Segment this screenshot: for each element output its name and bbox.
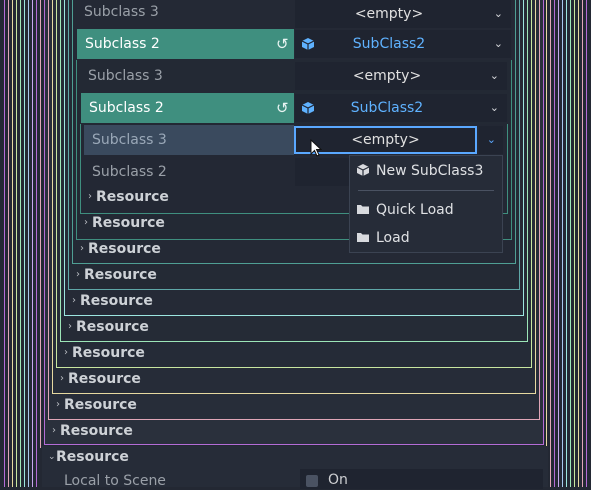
value-text: <empty>	[351, 132, 420, 148]
resource-section-header[interactable]: › Resource	[68, 315, 308, 339]
chevron-right-icon: ›	[68, 321, 72, 332]
resource-label: Resource	[56, 449, 129, 465]
value-text: <empty>	[354, 6, 424, 22]
resource-section-header[interactable]: › Resource	[72, 289, 312, 313]
revert-icon[interactable]: ↺	[276, 93, 289, 123]
resource-label: Resource	[60, 423, 133, 439]
chevron-right-icon: ›	[60, 373, 64, 384]
property-label-subclass3: Subclass 3	[88, 68, 163, 84]
resource-section-header[interactable]: › Resource	[64, 341, 304, 365]
local-to-scene-toggle-label: On	[328, 472, 348, 488]
resource-section-header[interactable]: › Resource	[84, 211, 324, 235]
menu-item-label: Load	[376, 230, 410, 246]
resource-section-header[interactable]: › Resource	[80, 237, 320, 261]
chevron-right-icon: ›	[88, 191, 92, 202]
chevron-right-icon: ›	[56, 399, 60, 410]
resource-label: Resource	[92, 215, 165, 231]
chevron-down-icon[interactable]: ⌄	[490, 62, 499, 90]
resource-section-header[interactable]: › Resource	[88, 185, 328, 209]
resource-section-header[interactable]: › Resource	[56, 393, 296, 417]
local-to-scene-checkbox[interactable]	[306, 475, 318, 487]
value-text: SubClass2	[350, 100, 424, 116]
resource-label: Resource	[68, 371, 141, 387]
resource-section-header[interactable]: › Resource	[60, 367, 300, 391]
resource-label: Resource	[72, 345, 145, 361]
property-value-subclass2[interactable]: SubClass2 ⌄	[295, 30, 511, 58]
property-label-subclass3: Subclass 3	[84, 125, 294, 155]
resource-label: Resource	[80, 293, 153, 309]
chevron-down-icon[interactable]: ⌄	[494, 30, 503, 58]
menu-item-quick-load[interactable]: Quick Load	[356, 198, 454, 222]
value-text: <empty>	[352, 68, 422, 84]
menu-item-label: New SubClass3	[376, 163, 484, 179]
value-text: SubClass2	[352, 36, 426, 52]
resource-label: Resource	[96, 189, 169, 205]
property-label-subclass2: Subclass 2	[81, 93, 294, 123]
menu-item-new-subclass3[interactable]: New SubClass3	[356, 159, 483, 183]
chevron-down-icon: ⌄	[48, 452, 56, 462]
chevron-right-icon: ›	[52, 425, 56, 436]
property-value-subclass2[interactable]: SubClass2 ⌄	[295, 94, 507, 122]
resource-label: Resource	[88, 241, 161, 257]
folder-icon	[357, 233, 369, 242]
chevron-down-icon[interactable]: ⌄	[490, 94, 499, 122]
resource-label: Resource	[64, 397, 137, 413]
resource-label: Resource	[84, 267, 157, 283]
resource-section-header-expanded[interactable]: ⌄Resource	[48, 445, 288, 469]
resource-section-header[interactable]: › Resource	[76, 263, 316, 287]
property-value-subclass3[interactable]: <empty> ⌄	[295, 0, 511, 28]
mouse-cursor-icon	[310, 139, 322, 157]
property-label-subclass2: Subclass 2	[77, 29, 294, 59]
menu-separator	[358, 190, 494, 191]
chevron-down-icon[interactable]: ⌄	[487, 126, 496, 154]
cube-icon	[356, 164, 370, 176]
chevron-right-icon: ›	[80, 243, 84, 254]
dropdown-toggle-button[interactable]: ⌄	[479, 126, 503, 154]
resource-label: Resource	[76, 319, 149, 335]
chevron-right-icon: ›	[64, 347, 68, 358]
property-label-subclass2: Subclass 2	[92, 164, 167, 180]
property-value-subclass2[interactable]	[295, 158, 349, 186]
chevron-right-icon: ›	[72, 295, 76, 306]
property-label-subclass3: Subclass 3	[84, 4, 159, 20]
chevron-right-icon: ›	[84, 217, 88, 228]
property-value-subclass3[interactable]: <empty> ⌄	[295, 62, 507, 90]
local-to-scene-label: Local to Scene	[64, 473, 166, 489]
resource-dropdown-menu: New SubClass3 Quick Load Load	[349, 155, 503, 253]
menu-item-load[interactable]: Load	[356, 226, 410, 250]
chevron-right-icon: ›	[76, 269, 80, 280]
menu-item-label: Quick Load	[376, 202, 454, 218]
resource-section-header[interactable]: › Resource	[52, 419, 292, 443]
revert-icon[interactable]: ↺	[276, 29, 289, 59]
folder-icon	[357, 205, 369, 214]
chevron-down-icon[interactable]: ⌄	[494, 0, 503, 28]
